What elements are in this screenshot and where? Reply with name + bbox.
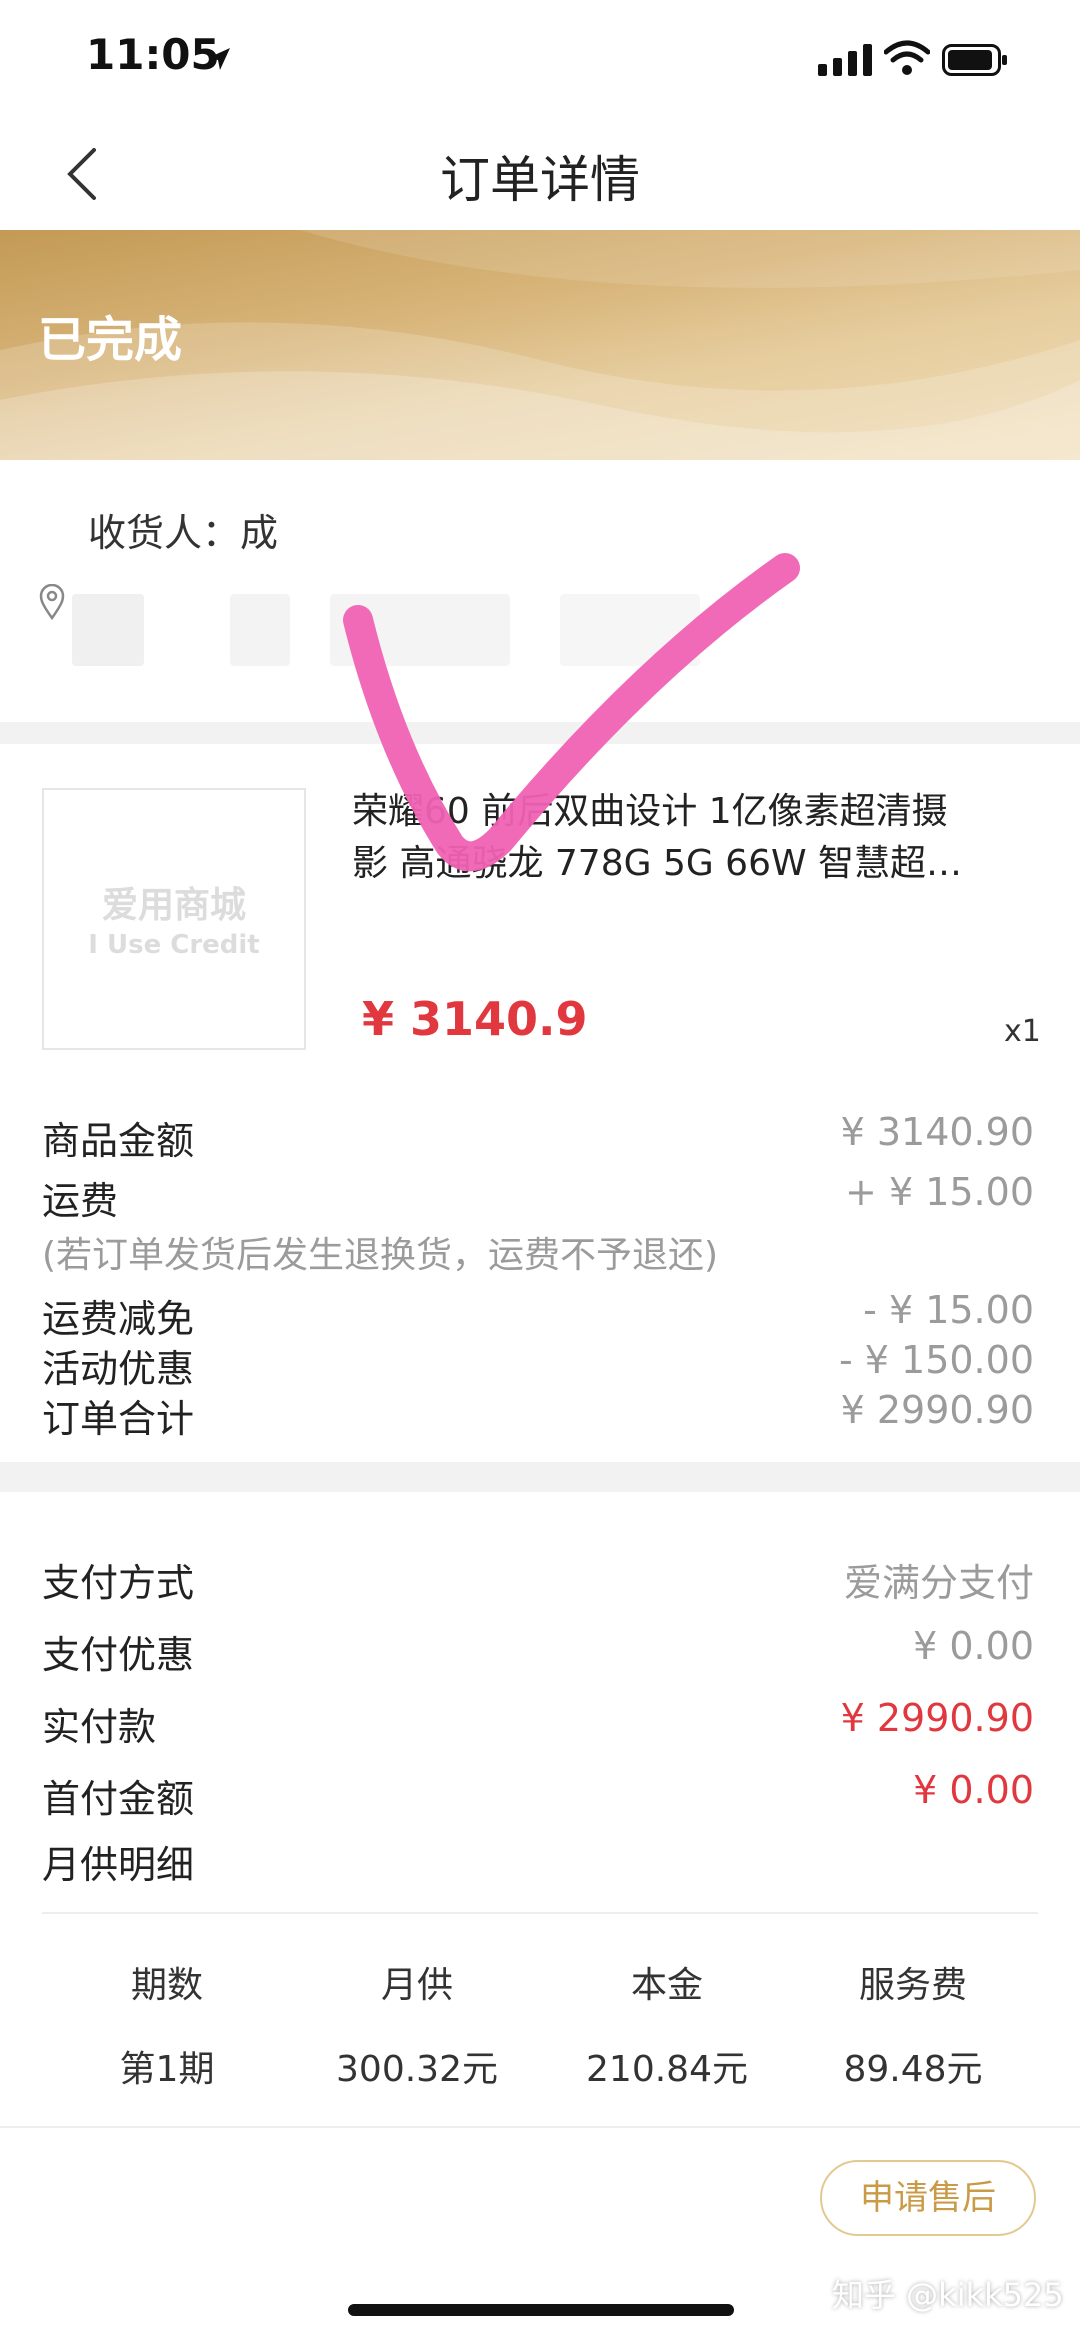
- order-total-label: 订单合计: [42, 1397, 195, 1441]
- promotion-value: - ¥ 150.00: [838, 1338, 1034, 1382]
- battery-icon: [942, 44, 1007, 76]
- cellular-signal-icon: [818, 44, 872, 76]
- wifi-icon: [884, 40, 930, 75]
- down-payment-label: 首付金额: [42, 1777, 195, 1821]
- shipping-value: + ¥ 15.00: [845, 1170, 1034, 1214]
- monthly-detail-label: 月供明细: [42, 1843, 195, 1887]
- shipping-note: (若订单发货后发生退换货，运费不予退还): [42, 1235, 719, 1276]
- paid-amount-value: ¥ 2990.90: [840, 1696, 1034, 1740]
- apply-after-sale-button[interactable]: 申请售后: [820, 2160, 1036, 2236]
- home-indicator[interactable]: [348, 2304, 734, 2316]
- shipping-waiver-value: - ¥ 15.00: [863, 1288, 1034, 1332]
- product-quantity: x1: [1004, 1014, 1041, 1049]
- schedule-cell: 300.32元: [336, 2049, 498, 2090]
- schedule-header-monthly: 月供: [380, 1965, 453, 2006]
- location-arrow-icon: [208, 48, 230, 70]
- section-divider: [0, 1462, 1080, 1492]
- product-price: ¥ 3140.9: [362, 992, 588, 1046]
- order-total-value: ¥ 2990.90: [840, 1388, 1034, 1432]
- order-status-text: 已完成: [38, 312, 183, 368]
- down-payment-value: ¥ 0.00: [913, 1768, 1034, 1812]
- address-redacted-block: [72, 594, 144, 666]
- shipping-label: 运费: [42, 1179, 119, 1223]
- schedule-cell: 210.84元: [586, 2049, 748, 2090]
- table-divider: [42, 1912, 1038, 1914]
- page-title: 订单详情: [440, 151, 640, 209]
- schedule-cell: 第1期: [119, 2049, 215, 2090]
- goods-amount-value: ¥ 3140.90: [840, 1110, 1034, 1154]
- shipping-waiver-label: 运费减免: [42, 1297, 195, 1341]
- product-logo-cn: 爱用商城: [101, 885, 246, 926]
- receiver-name: 收货人：成: [88, 511, 279, 555]
- footer-divider: [0, 2126, 1080, 2128]
- status-time: 11:05: [86, 30, 220, 79]
- schedule-header-principal: 本金: [630, 1965, 703, 2006]
- payment-method-label: 支付方式: [42, 1561, 195, 1605]
- schedule-header-period: 期数: [130, 1965, 203, 2006]
- payment-discount-value: ¥ 0.00: [913, 1624, 1034, 1668]
- payment-discount-label: 支付优惠: [42, 1633, 195, 1677]
- paid-amount-label: 实付款: [42, 1705, 157, 1749]
- promotion-label: 活动优惠: [42, 1347, 195, 1391]
- schedule-cell: 89.48元: [843, 2049, 983, 2090]
- location-pin-icon: [39, 584, 65, 620]
- product-logo-en: I Use Credit: [88, 930, 260, 960]
- pink-checkmark-annotation: [343, 553, 800, 872]
- schedule-header-fee: 服务费: [858, 1965, 967, 2006]
- payment-method-value: 爱满分支付: [843, 1561, 1034, 1605]
- goods-amount-label: 商品金额: [42, 1119, 195, 1163]
- address-redacted-block: [230, 594, 290, 666]
- zhihu-watermark: 知乎 @kikk525: [832, 2276, 1064, 2314]
